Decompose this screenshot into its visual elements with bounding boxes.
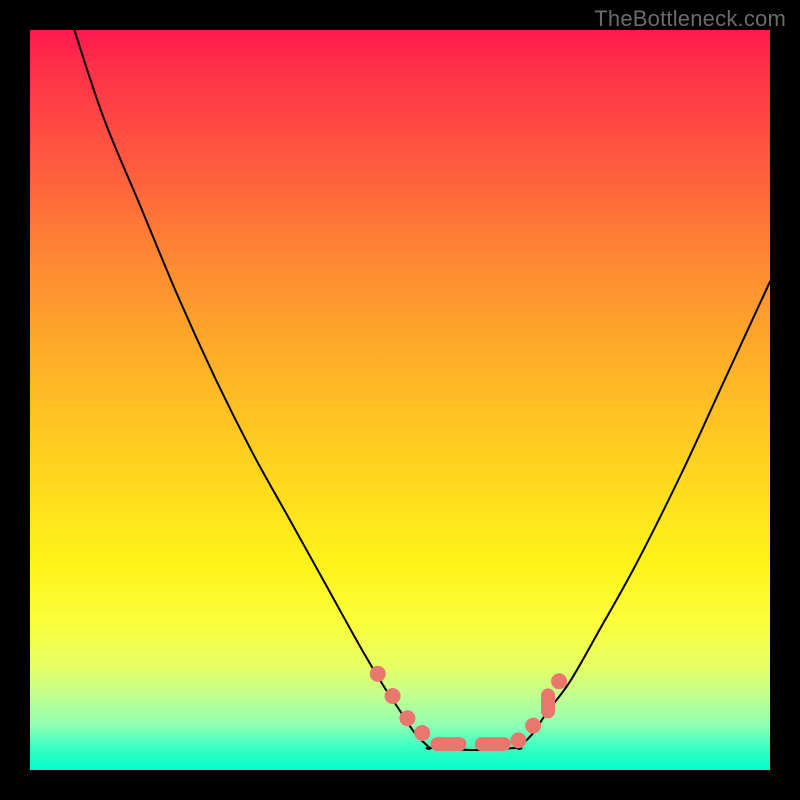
valley-marker-8 <box>541 688 555 718</box>
valley-marker-2 <box>399 710 415 726</box>
valley-marker-6 <box>510 732 526 748</box>
chart-stage: TheBottleneck.com <box>0 0 800 800</box>
bottleneck-curve <box>74 30 770 750</box>
plot-area <box>30 30 770 770</box>
valley-marker-1 <box>385 688 401 704</box>
valley-marker-9 <box>551 673 567 689</box>
chart-svg <box>30 30 770 770</box>
valley-marker-5 <box>475 737 511 751</box>
valley-marker-7 <box>525 718 541 734</box>
valley-marker-4 <box>430 737 466 751</box>
curve-group <box>74 30 770 750</box>
watermark-text: TheBottleneck.com <box>594 6 786 32</box>
valley-marker-0 <box>370 666 386 682</box>
valley-marker-3 <box>414 725 430 741</box>
